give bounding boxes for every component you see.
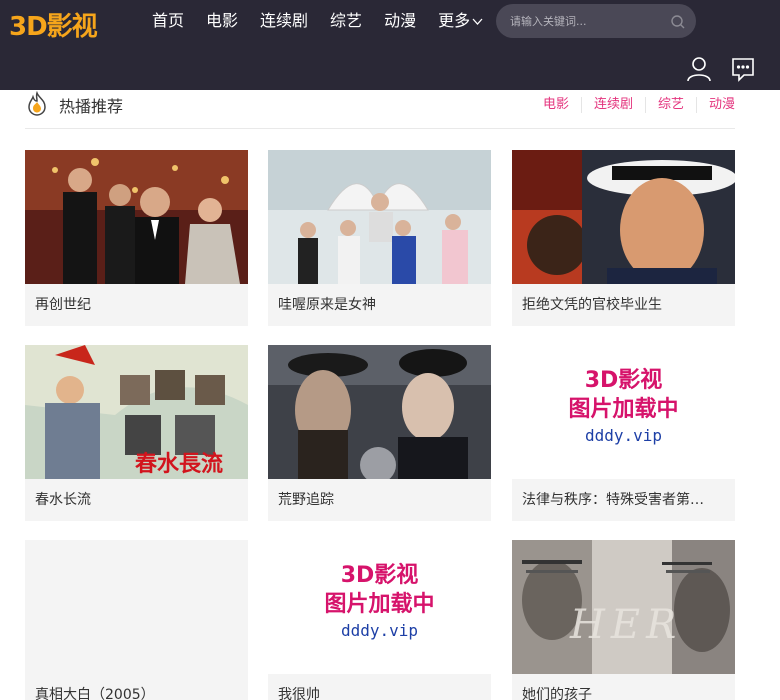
card-title: 真相大白（2005） [35, 687, 155, 700]
poster-image [25, 540, 248, 674]
category-filters: 电影 连续剧 综艺 动漫 [543, 97, 735, 113]
nav-item-series[interactable]: 连续剧 [260, 10, 308, 32]
main-nav: 首页 电影 连续剧 综艺 动漫 更多 [152, 10, 505, 32]
nav-item-home[interactable]: 首页 [152, 10, 184, 32]
poster-image [25, 150, 248, 284]
filter-movies[interactable]: 电影 [543, 97, 581, 113]
placeholder-loading-text: 图片加载中 [324, 592, 435, 617]
card-title: 春水长流 [35, 492, 91, 508]
video-card[interactable]: 真相大白（2005） [25, 540, 248, 700]
search-icon[interactable] [670, 14, 686, 30]
nav-item-variety[interactable]: 综艺 [330, 10, 362, 32]
poster-image: 春水長流 [25, 345, 248, 479]
filter-anime[interactable]: 动漫 [695, 97, 735, 113]
poster-overlay-text: 春水長流 [135, 451, 223, 477]
video-card[interactable]: 哇喔原来是女神 [268, 150, 491, 326]
site-logo[interactable]: 3D影视 [9, 6, 98, 43]
card-title: 我很帅 [278, 687, 320, 700]
placeholder-domain-text: dddy.vip [584, 426, 663, 445]
filter-variety[interactable]: 综艺 [644, 97, 696, 113]
video-card[interactable]: 3D影视 图片加载中 dddy.vip 我很帅 [268, 540, 491, 700]
video-card[interactable]: 拒绝文凭的官校毕业生 [512, 150, 735, 326]
message-icon[interactable] [730, 56, 756, 82]
placeholder-logo-text: 3D影视 [340, 563, 419, 588]
top-header: 3D影视 首页 电影 连续剧 综艺 动漫 更多 [0, 0, 780, 90]
placeholder-domain-text: dddy.vip [340, 621, 419, 640]
loading-placeholder-image: 3D影视 图片加载中 dddy.vip [268, 540, 491, 674]
placeholder-logo-text: 3D影视 [584, 368, 663, 393]
fire-icon [28, 91, 46, 116]
video-card[interactable]: 春水長流 春水长流 [25, 345, 248, 521]
poster-overlay-text: HER [569, 602, 682, 648]
video-card[interactable]: 荒野追踪 [268, 345, 491, 521]
nav-more-label: 更多 [438, 11, 471, 30]
card-title: 再创世纪 [35, 297, 91, 313]
placeholder-loading-text: 图片加载中 [568, 397, 679, 422]
loading-placeholder-image: 3D影视 图片加载中 dddy.vip [512, 345, 735, 479]
card-title: 荒野追踪 [278, 492, 334, 508]
card-title: 法律与秩序：特殊受害者第二十四季 [522, 492, 735, 508]
filter-series[interactable]: 连续剧 [580, 97, 645, 113]
video-card[interactable]: 3D影视 图片加载中 dddy.vip 法律与秩序：特殊受害者第二十四季 [512, 345, 735, 521]
video-card[interactable]: HER 她们的孩子 [512, 540, 735, 700]
card-title: 哇喔原来是女神 [278, 297, 376, 313]
hot-recommend-header: 热播推荐 电影 连续剧 综艺 动漫 [25, 91, 735, 129]
search-box [496, 4, 696, 38]
card-title: 她们的孩子 [522, 687, 592, 700]
user-icon[interactable] [686, 56, 712, 82]
search-input[interactable] [510, 4, 660, 38]
section-title: 热播推荐 [59, 97, 124, 116]
poster-image [268, 345, 491, 479]
chevron-down-icon [472, 18, 483, 25]
nav-item-more[interactable]: 更多 [438, 10, 483, 32]
nav-item-anime[interactable]: 动漫 [384, 10, 416, 32]
nav-item-movies[interactable]: 电影 [206, 10, 238, 32]
poster-image [268, 150, 491, 284]
poster-image [512, 150, 735, 284]
poster-image: HER [512, 540, 735, 674]
video-card[interactable]: 再创世纪 [25, 150, 248, 326]
card-title: 拒绝文凭的官校毕业生 [522, 297, 662, 313]
